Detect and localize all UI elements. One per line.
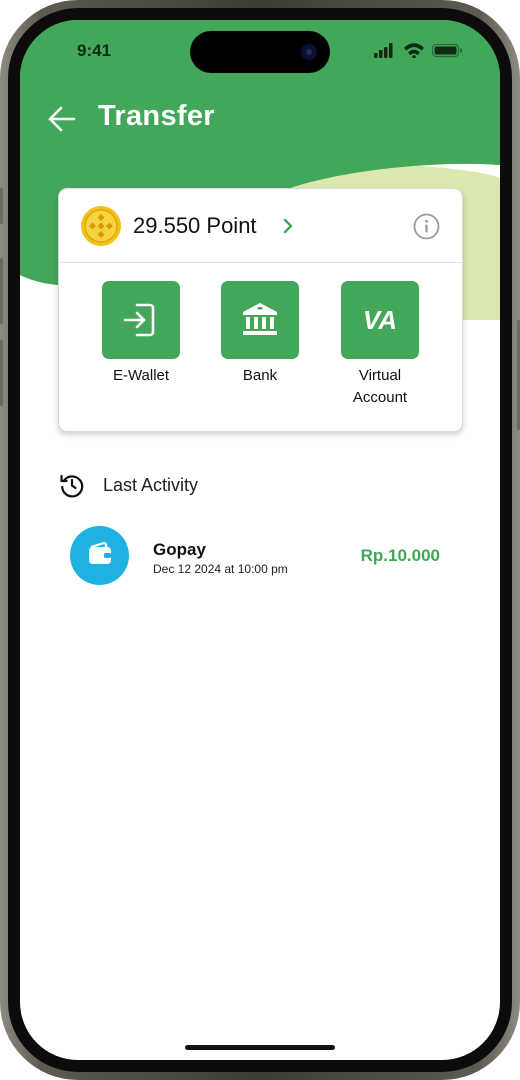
activity-name: Gopay — [153, 540, 206, 559]
app-screen: 9:41 Transfer 29.550 Point E-Wallet Bank… — [20, 20, 500, 1060]
points-balance: 29.550 Point — [133, 213, 257, 238]
battery-icon — [431, 43, 462, 58]
virtual-account-tile: VA — [341, 281, 419, 359]
ewallet-label: E-Wallet — [112, 367, 170, 384]
volume-up-button — [0, 258, 3, 324]
bank-tile — [221, 281, 299, 359]
bank-label: Bank — [242, 367, 278, 384]
status-icons — [374, 43, 462, 58]
last-activity-title: Last Activity — [103, 475, 199, 495]
ewallet-tile — [102, 281, 180, 359]
home-indicator[interactable] — [185, 1045, 335, 1050]
history-icon — [60, 474, 84, 498]
ewallet-button[interactable]: E-Wallet — [86, 281, 196, 387]
chevron-right-icon[interactable] — [281, 217, 295, 235]
mute-switch — [0, 188, 3, 224]
activity-amount: Rp.10.000 — [360, 546, 440, 565]
activity-date: Dec 12 2024 at 10:00 pm — [153, 562, 288, 576]
page-title: Transfer — [98, 100, 215, 132]
virtual-account-button[interactable]: VA Virtual Account — [325, 281, 435, 409]
back-arrow-icon[interactable] — [46, 103, 78, 135]
dynamic-island — [190, 31, 330, 73]
activity-row[interactable]: Gopay Dec 12 2024 at 10:00 pm Rp.10.000 — [70, 526, 440, 586]
wifi-icon — [404, 43, 424, 58]
wallet-icon — [89, 541, 111, 564]
gopay-avatar — [70, 526, 129, 585]
camera-icon — [301, 44, 317, 60]
va-icon: VA — [362, 305, 398, 335]
coin-icon — [81, 206, 121, 246]
info-icon[interactable] — [413, 213, 440, 240]
points-row: 29.550 Point — [59, 189, 462, 263]
signal-icon — [374, 43, 393, 58]
volume-down-button — [0, 340, 3, 406]
status-time: 9:41 — [77, 41, 112, 60]
wallet-card: 29.550 Point E-Wallet Bank VA Virtual Ac… — [58, 188, 463, 432]
bank-button[interactable]: Bank — [205, 281, 315, 387]
bank-icon — [243, 303, 277, 335]
virtual-account-label: Virtual Account — [352, 367, 408, 406]
ewallet-login-icon — [123, 303, 155, 337]
